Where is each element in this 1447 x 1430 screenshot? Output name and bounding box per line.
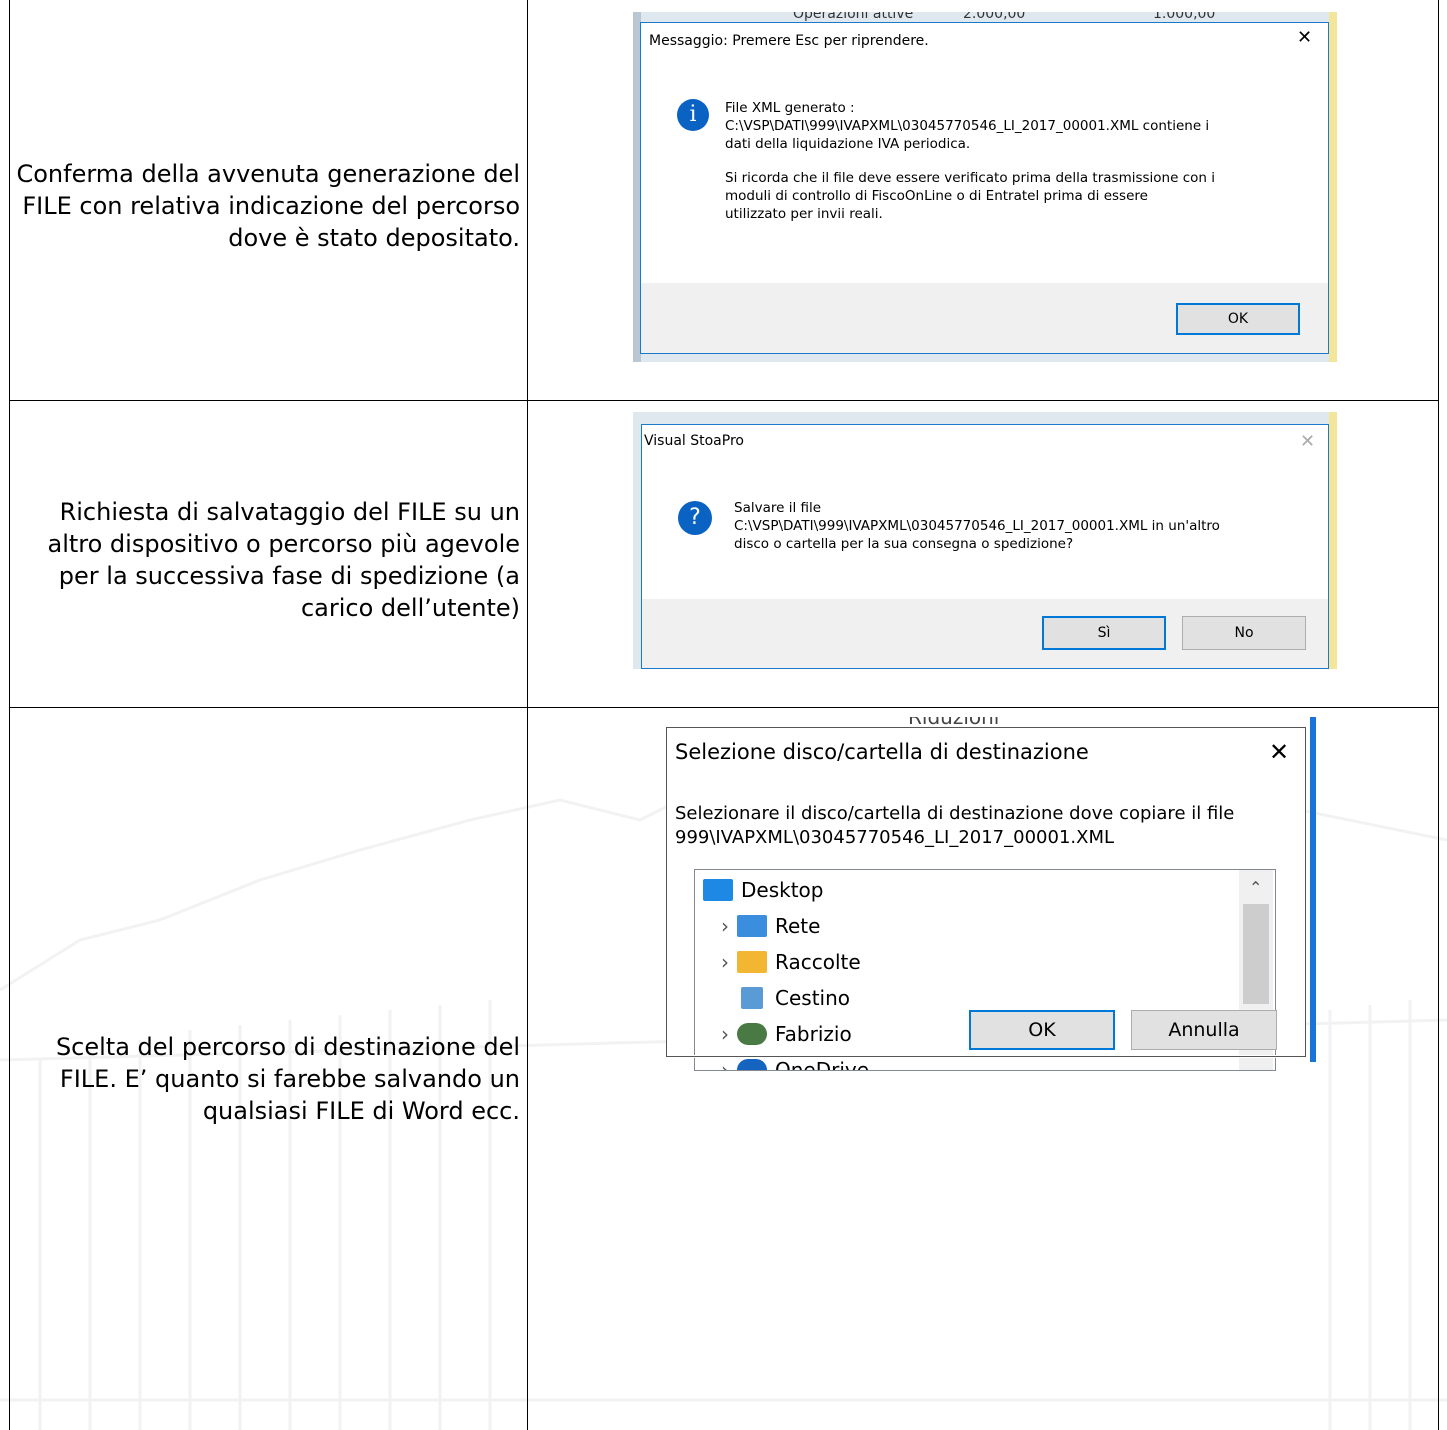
cancel-button[interactable]: Annulla <box>1131 1010 1277 1050</box>
expand-chevron-icon[interactable]: › <box>713 1058 737 1070</box>
info-icon: i <box>677 99 709 131</box>
background-edge <box>1329 12 1337 362</box>
row-description: Richiesta di salvataggio del FILE su un … <box>47 498 520 622</box>
message-line: Salvare il file <box>734 500 822 516</box>
background-value: 1.000,00 <box>1153 12 1216 22</box>
message-body: Salvare il file C:\VSP\DATI\999\IVAPXML\… <box>734 499 1324 553</box>
dialog-title: Messaggio: Premere Esc per riprendere. <box>649 33 929 49</box>
close-icon[interactable]: ✕ <box>1300 431 1315 452</box>
message-line: Si ricorda che il file deve essere verif… <box>725 170 1215 186</box>
message-line: utilizzato per invii reali. <box>725 206 883 222</box>
table-column-divider <box>527 0 528 1430</box>
dialog-title: Visual StoaPro <box>644 433 744 449</box>
background-label: Operazioni attive <box>793 12 914 22</box>
message-line: C:\VSP\DATI\999\IVAPXML\03045770546_LI_2… <box>734 518 1220 534</box>
confirm-dialog: Visual StoaPro ✕ ? Salvare il file C:\VS… <box>641 424 1329 669</box>
background-value: 2.000,00 <box>963 12 1026 22</box>
message-line: File XML generato : <box>725 100 855 116</box>
message-line: moduli di controllo di FiscoOnLine o di … <box>725 188 1148 204</box>
table-border-right <box>1438 0 1439 1430</box>
ok-button[interactable]: OK <box>1176 303 1300 335</box>
message-line: dati della liquidazione IVA periodica. <box>725 136 971 152</box>
message-body: File XML generato : C:\VSP\DATI\999\IVAP… <box>725 99 1325 223</box>
message-dialog: Messaggio: Premere Esc per riprendere. ✕… <box>640 22 1329 354</box>
no-button[interactable]: No <box>1182 616 1306 650</box>
table-row-divider <box>9 400 1439 401</box>
ok-button[interactable]: OK <box>969 1010 1115 1050</box>
onedrive-icon <box>737 1059 767 1070</box>
background-edge <box>1329 412 1337 669</box>
message-dialog-screenshot: Operazioni attive 2.000,00 1.000,00 Mess… <box>633 12 1337 362</box>
dialog-hitbox <box>666 727 1306 1057</box>
row-description: Conferma della avvenuta generazione del … <box>16 160 520 252</box>
tree-item-label: OneDrive <box>775 1058 870 1071</box>
table-row-divider <box>9 707 1439 708</box>
question-icon: ? <box>678 501 712 535</box>
row-description: Scelta del percorso di destinazione del … <box>55 1033 520 1125</box>
close-icon[interactable]: ✕ <box>1297 27 1312 48</box>
message-line: C:\VSP\DATI\999\IVAPXML\03045770546_LI_2… <box>725 118 1210 134</box>
confirm-dialog-screenshot: Visual StoaPro ✕ ? Salvare il file C:\VS… <box>633 412 1337 669</box>
background-edge <box>1310 717 1316 1062</box>
yes-button[interactable]: Sì <box>1042 616 1166 650</box>
message-line: disco o cartella per la sua consegna o s… <box>734 536 1074 552</box>
